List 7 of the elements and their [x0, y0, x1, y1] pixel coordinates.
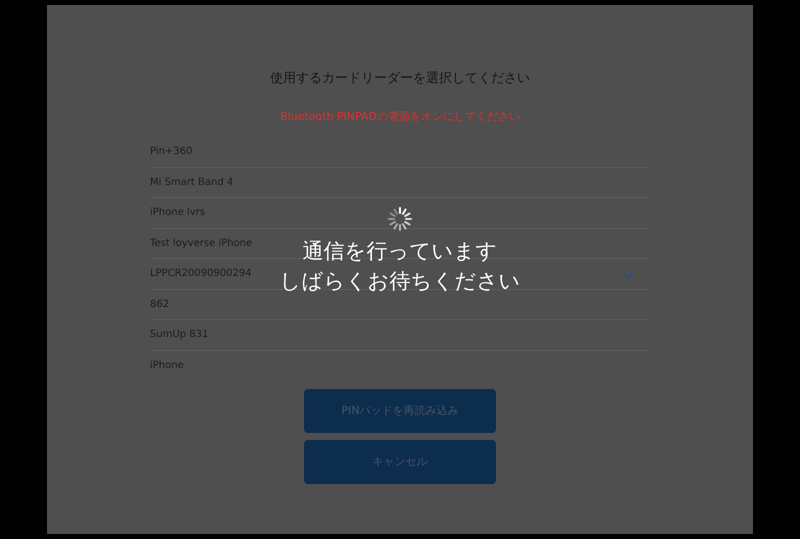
- dialog-button[interactable]: キャンセル: [304, 440, 496, 484]
- dialog-button[interactable]: PINパッドを再読み込み: [304, 389, 496, 433]
- loading-message: しばらくお待ちください: [280, 268, 520, 295]
- dialog-title: 使用するカードリーダーを選択してください: [270, 70, 530, 88]
- loading-spinner-icon: [387, 206, 413, 232]
- loading-message: 通信を行っています: [302, 238, 498, 265]
- warning-message: Bluetooth PINPADの電源をオンにしてください: [280, 108, 520, 124]
